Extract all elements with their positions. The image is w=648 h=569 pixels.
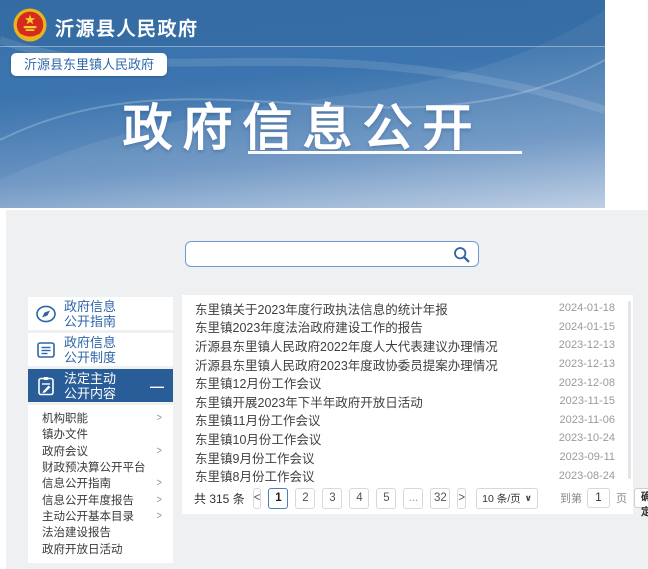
news-title[interactable]: 东里镇12月份工作会议 [195, 373, 549, 392]
news-title[interactable]: 东里镇关于2023年度行政执法信息的统计年报 [195, 299, 549, 318]
confirm-button[interactable]: 确定 [634, 488, 648, 508]
scrollbar[interactable] [628, 301, 631, 479]
pagination: 共 315 条 < 12345...32 > 10 条/页 ∨ 到第 页 确定 [194, 486, 627, 510]
news-row[interactable]: 沂源县东里镇人民政府2022年度人大代表建议办理情况 2023-12-13 [182, 336, 633, 355]
news-date: 2024-01-18 [559, 302, 615, 314]
sidebar-item-label: 政府信息公开制度 [64, 335, 116, 365]
site-name: 沂源县人民政府 [55, 14, 199, 41]
sidebar-subitem-4[interactable]: 信息公开指南 > [28, 475, 173, 491]
title-underline [248, 151, 522, 154]
sidebar-subitem-label: 镇办文件 [42, 426, 88, 442]
next-page-button[interactable]: > [457, 488, 466, 509]
banner: 沂源县人民政府 沂源县东里镇人民政府 政府信息公开 [0, 0, 605, 208]
document-list-icon [28, 339, 64, 361]
sidebar-subitem-1[interactable]: 镇办文件 [28, 426, 173, 442]
page-button-32[interactable]: 32 [430, 488, 450, 509]
page-buttons: 12345... 32 [268, 488, 457, 509]
news-title[interactable]: 东里镇2023年度法治政府建设工作的报告 [195, 317, 549, 336]
page-size-select[interactable]: 10 条/页 ∨ [476, 488, 538, 509]
news-title[interactable]: 东里镇11月份工作会议 [195, 410, 550, 429]
news-row[interactable]: 东里镇关于2023年度行政执法信息的统计年报 2024-01-18 [182, 299, 633, 318]
news-title[interactable]: 东里镇9月份工作会议 [195, 448, 550, 467]
sidebar-subitem-label: 法治建设报告 [42, 524, 111, 540]
news-date: 2023-10-24 [559, 432, 615, 444]
chevron-right-icon: > [156, 494, 161, 506]
news-title[interactable]: 东里镇开展2023年下半年政府开放日活动 [195, 392, 550, 411]
search-box [185, 241, 479, 267]
news-date: 2023-11-06 [560, 414, 615, 426]
search-input[interactable] [186, 242, 444, 266]
news-row[interactable]: 东里镇11月份工作会议 2023-11-06 [182, 411, 633, 430]
sidebar-subitem-label: 主动公开基本目录 [42, 508, 134, 524]
news-date: 2023-09-11 [560, 451, 615, 463]
jump-page-input[interactable] [587, 488, 610, 508]
news-title[interactable]: 沂源县东里镇人民政府2023年度政协委员提案办理情况 [195, 355, 549, 374]
news-row[interactable]: 东里镇12月份工作会议 2023-12-08 [182, 373, 633, 392]
prev-page-button[interactable]: < [253, 488, 262, 509]
page: 沂源县人民政府 沂源县东里镇人民政府 政府信息公开 [0, 0, 648, 569]
total-count: 共 315 条 [194, 490, 245, 507]
page-button-5[interactable]: 5 [376, 488, 396, 509]
news-title[interactable]: 东里镇10月份工作会议 [195, 429, 549, 448]
sidebar-item-label: 法定主动公开内容 [64, 371, 116, 401]
sidebar-subitem-label: 政府会议 [42, 443, 88, 459]
sidebar: 政府信息公开指南 政府信息公开制度 [28, 297, 173, 563]
sidebar-subitem-label: 政府开放日活动 [42, 541, 123, 557]
sidebar-subitem-label: 信息公开年度报告 [42, 492, 134, 508]
sidebar-subitem-5[interactable]: 信息公开年度报告 > [28, 491, 173, 507]
news-row[interactable]: 东里镇9月份工作会议 2023-09-11 [182, 448, 633, 467]
news-list: 东里镇关于2023年度行政执法信息的统计年报 2024-01-18 东里镇2023年… [182, 295, 633, 485]
sidebar-subitem-0[interactable]: 机构职能 > [28, 410, 173, 426]
news-row[interactable]: 东里镇开展2023年下半年政府开放日活动 2023-11-15 [182, 392, 633, 411]
page-title: 政府信息公开 [0, 88, 605, 160]
sidebar-subitem-7[interactable]: 法治建设报告 [28, 524, 173, 540]
sidebar-subitem-2[interactable]: 政府会议 > [28, 443, 173, 459]
news-date: 2023-12-13 [559, 339, 615, 351]
search-button[interactable] [444, 242, 478, 266]
news-date: 2024-01-15 [559, 321, 615, 333]
news-date: 2023-08-24 [559, 470, 615, 482]
page-button-3[interactable]: 3 [322, 488, 342, 509]
jump-label: 到第 [560, 490, 582, 506]
sidebar-subitem-label: 信息公开指南 [42, 475, 111, 491]
sidebar-item-statutory-disclosure[interactable]: 法定主动公开内容 — [28, 369, 173, 402]
sidebar-subitem-8[interactable]: 政府开放日活动 [28, 540, 173, 556]
sidebar-submenu: 机构职能>镇办文件政府会议>财政预决算公开平台信息公开指南>信息公开年度报告>主… [28, 405, 173, 563]
page-ellipsis-button[interactable]: ... [403, 488, 423, 509]
chevron-right-icon: > [156, 510, 161, 522]
chevron-right-icon: > [156, 477, 161, 489]
news-title[interactable]: 东里镇8月份工作会议 [195, 466, 549, 485]
sidebar-item-label: 政府信息公开指南 [64, 299, 116, 329]
sidebar-subitem-label: 财政预决算公开平台 [42, 459, 146, 475]
news-row[interactable]: 东里镇2023年度法治政府建设工作的报告 2024-01-15 [182, 318, 633, 337]
search-icon [453, 246, 470, 263]
news-row[interactable]: 东里镇8月份工作会议 2023-08-24 [182, 466, 633, 485]
sidebar-subitem-label: 机构职能 [42, 410, 88, 426]
news-title[interactable]: 沂源县东里镇人民政府2022年度人大代表建议办理情况 [195, 336, 549, 355]
page-button-1[interactable]: 1 [268, 488, 288, 509]
page-size-value: 10 条/页 [482, 491, 521, 506]
news-date: 2023-12-08 [559, 377, 615, 389]
page-button-2[interactable]: 2 [295, 488, 315, 509]
page-button-4[interactable]: 4 [349, 488, 369, 509]
news-date: 2023-11-15 [560, 395, 615, 407]
clipboard-pencil-icon [28, 375, 64, 397]
news-row[interactable]: 东里镇10月份工作会议 2023-10-24 [182, 429, 633, 448]
sidebar-subitem-3[interactable]: 财政预决算公开平台 [28, 459, 173, 475]
news-row[interactable]: 沂源县东里镇人民政府2023年度政协委员提案办理情况 2023-12-13 [182, 355, 633, 374]
chevron-down-icon: ∨ [525, 493, 532, 504]
sidebar-item-rules[interactable]: 政府信息公开制度 [28, 333, 173, 366]
chevron-right-icon: > [156, 445, 161, 457]
jump-suffix: 页 [616, 490, 627, 506]
compass-icon [28, 303, 64, 325]
sidebar-subitem-6[interactable]: 主动公开基本目录 > [28, 508, 173, 524]
sidebar-item-guide[interactable]: 政府信息公开指南 [28, 297, 173, 330]
sub-site-button[interactable]: 沂源县东里镇人民政府 [11, 53, 167, 76]
chevron-right-icon: > [156, 412, 161, 424]
collapse-minus-icon[interactable]: — [150, 378, 164, 394]
national-emblem-icon [13, 8, 47, 42]
news-date: 2023-12-13 [559, 358, 615, 370]
news-panel: 东里镇关于2023年度行政执法信息的统计年报 2024-01-18 东里镇2023年… [182, 295, 633, 514]
content-area: 政府信息公开指南 政府信息公开制度 [6, 210, 648, 569]
